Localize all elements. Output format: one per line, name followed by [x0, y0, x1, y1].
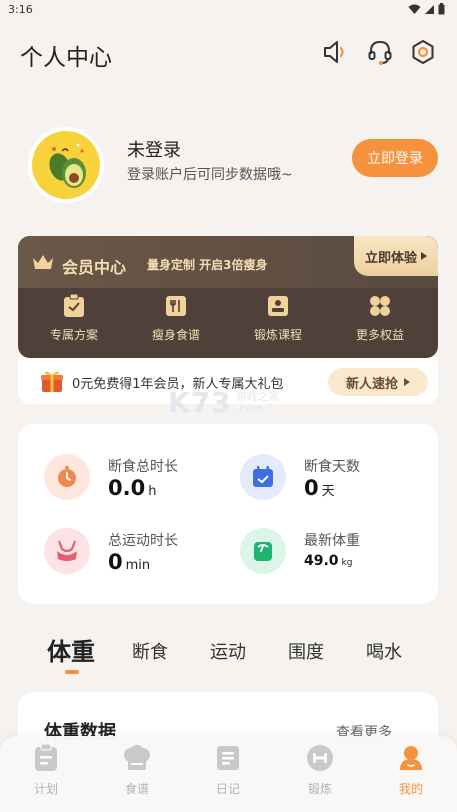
stat-exercise-duration[interactable]: 总运动时长 0 min — [44, 528, 224, 578]
page-title: 个人中心 — [20, 45, 112, 71]
nav-recipes[interactable]: 食谱 — [102, 742, 172, 797]
wifi-icon — [408, 4, 421, 14]
sports-bra-icon — [44, 528, 90, 574]
vip-subtitle: 量身定制 开启3倍瘦身 — [147, 258, 268, 272]
stat-fasting-days[interactable]: 断食天数 0天 — [240, 454, 420, 504]
nav-diary[interactable]: 日记 — [193, 742, 263, 797]
settings-button[interactable] — [408, 37, 438, 67]
stat-label: 最新体重 — [304, 533, 360, 549]
promo-button-label: 新人速抢 — [345, 376, 398, 392]
speaker-button[interactable] — [320, 37, 350, 67]
profile-icon — [400, 746, 422, 770]
promo-claim-button[interactable]: 新人速抢 — [328, 368, 428, 396]
vip-item-label: 专属方案 — [49, 328, 98, 342]
stat-latest-weight[interactable]: 最新体重 49.0 kg — [240, 528, 420, 578]
speaker-icon — [324, 41, 344, 63]
nav-label: 我的 — [398, 782, 423, 796]
nav-label: 计划 — [33, 782, 58, 796]
vip-item-label: 瘦身食谱 — [151, 328, 200, 342]
status-bar: 3:16 — [0, 0, 457, 22]
vip-item-plan[interactable]: 专属方案 — [24, 294, 124, 343]
recipe-book-icon — [166, 296, 186, 316]
vip-item-label: 锻炼课程 — [253, 328, 302, 342]
nav-label: 食谱 — [124, 782, 149, 796]
stat-unit: 天 — [321, 484, 335, 499]
stat-value: 0 — [108, 550, 123, 574]
watermark-line2: .com — [235, 401, 263, 415]
gear-icon — [412, 40, 434, 64]
vip-title: 会员中心 — [62, 258, 127, 277]
timer-icon — [44, 454, 90, 500]
headset-icon — [368, 40, 392, 65]
stat-unit: h — [148, 484, 157, 499]
nav-plan[interactable]: 计划 — [11, 742, 81, 797]
chef-hat-icon — [124, 745, 150, 770]
avocado-avatar-image — [32, 131, 100, 199]
nav-label: 锻炼 — [307, 782, 332, 796]
signal-icon — [425, 4, 434, 14]
course-icon — [268, 296, 288, 316]
vip-item-recipe[interactable]: 瘦身食谱 — [126, 294, 226, 343]
vip-trial-label: 立即体验 — [364, 250, 417, 266]
status-icons — [408, 3, 445, 15]
login-button[interactable]: 立即登录 — [352, 139, 438, 177]
avatar[interactable] — [28, 127, 104, 203]
tab-weight[interactable]: 体重 — [47, 632, 95, 667]
tab-fasting[interactable]: 断食 — [132, 638, 168, 664]
watermark-brand: K73 — [168, 386, 232, 419]
diary-icon — [217, 746, 239, 770]
scale-icon — [240, 528, 286, 574]
vip-item-label: 更多权益 — [355, 328, 404, 342]
caret-right-icon — [421, 252, 427, 260]
vip-item-course[interactable]: 锻炼课程 — [228, 294, 328, 343]
stat-value: 0.0 — [108, 476, 146, 500]
caret-right-icon — [404, 378, 410, 386]
gift-icon — [41, 371, 63, 392]
clipboard-icon — [64, 294, 84, 317]
stat-label: 断食天数 — [304, 459, 360, 475]
watermark-line1: 游戏之家 — [235, 389, 280, 403]
tab-water[interactable]: 喝水 — [366, 638, 402, 664]
status-time: 3:16 — [8, 3, 33, 16]
nav-profile[interactable]: 我的 — [376, 742, 446, 797]
stat-label: 断食总时长 — [108, 459, 178, 475]
stat-unit: kg — [341, 558, 353, 568]
profile-name: 未登录 — [127, 140, 181, 161]
data-tabs: 体重 断食 运动 围度 喝水 — [0, 630, 457, 670]
tab-indicator — [65, 670, 79, 674]
watermark: K73 游戏之家 .com — [168, 386, 280, 419]
nav-exercise[interactable]: 锻炼 — [285, 742, 355, 797]
crown-icon — [33, 255, 53, 269]
stat-value: 0 — [304, 476, 319, 500]
stat-unit: min — [125, 558, 151, 573]
nav-label: 日记 — [215, 782, 240, 796]
stat-value: 49.0 — [304, 553, 339, 569]
vip-item-more[interactable]: 更多权益 — [330, 294, 430, 343]
tab-measurements[interactable]: 围度 — [288, 638, 324, 664]
calendar-check-icon — [240, 454, 286, 500]
customer-service-button[interactable] — [365, 37, 395, 67]
vip-trial-button[interactable]: 立即体验 — [354, 236, 438, 276]
stats-card: 断食总时长 0.0 h 断食天数 0天 总运动时长 0 min 最新体重 49.… — [18, 424, 438, 604]
tab-exercise[interactable]: 运动 — [210, 638, 246, 664]
battery-icon — [438, 3, 445, 15]
plan-icon — [35, 744, 57, 771]
stat-fasting-duration[interactable]: 断食总时长 0.0 h — [44, 454, 224, 504]
clover-icon — [370, 296, 390, 316]
bottom-nav: 计划 食谱 日记 锻炼 我的 — [0, 736, 457, 812]
profile-subtitle: 登录账户后可同步数据哦~ — [127, 167, 293, 183]
vip-card[interactable]: 会员中心 量身定制 开启3倍瘦身 立即体验 专属方案 瘦身食谱 锻炼课程 更多权… — [18, 236, 438, 358]
stat-label: 总运动时长 — [108, 533, 178, 549]
dumbbell-icon — [307, 745, 333, 771]
